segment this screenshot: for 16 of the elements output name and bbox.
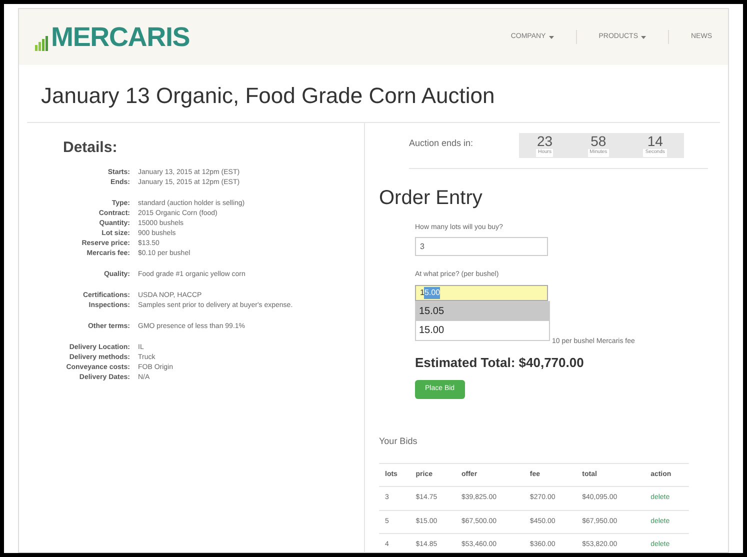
details-heading: Details: [63, 138, 118, 158]
countdown-value: 23 [536, 133, 553, 149]
logo-bars-icon [35, 34, 49, 50]
caret-icon [548, 36, 554, 38]
bids-heading: Your Bids [379, 435, 418, 448]
caret-icon [641, 36, 646, 38]
estimated-total: Estimated Total: $40,770.00 [415, 354, 584, 372]
price-input[interactable]: 15.00 [415, 284, 548, 300]
countdown-label: Auction ends in: [409, 137, 474, 150]
page-title: January 13 Organic, Food Grade Corn Auction [27, 65, 720, 123]
logo[interactable]: MERCARIS [51, 24, 190, 50]
countdown-value: 14 [647, 133, 663, 149]
lots-input[interactable]: 3 [415, 237, 548, 256]
countdown-value: 58 [590, 133, 606, 149]
order-entry-heading: Order Entry [379, 186, 484, 210]
suggestion-item[interactable]: 15.05 [416, 302, 549, 320]
